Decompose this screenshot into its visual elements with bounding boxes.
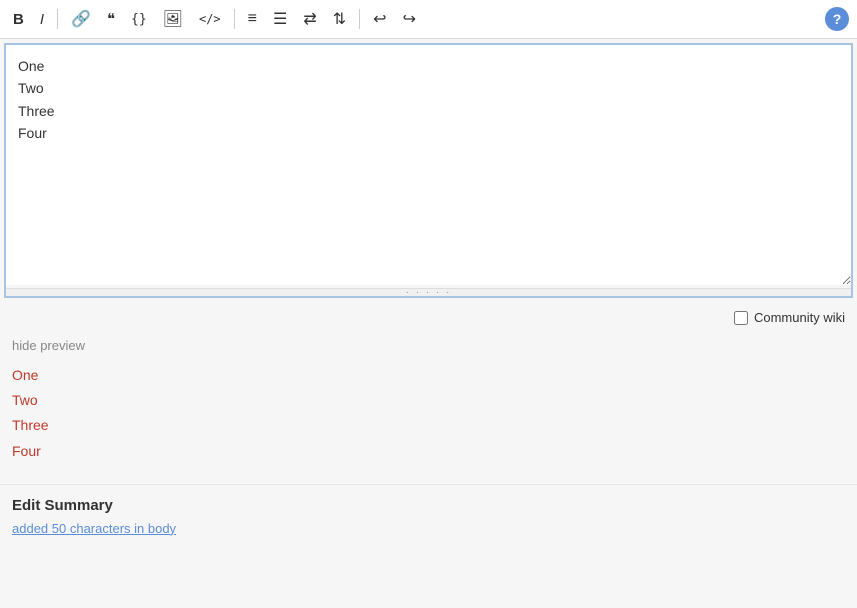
edit-summary-section: Edit Summary added 50 characters in body [0, 484, 857, 544]
outdent-button[interactable]: ⇅ [328, 6, 351, 32]
resize-dots: · · · · · [406, 287, 452, 298]
preview-content: One Two Three Four [12, 363, 845, 464]
html-icon: </> [199, 12, 221, 26]
editor-wrapper: B I 🔗 ❝ {} 🖼 </> ≡ ☰ ⇄ ⇅ [0, 0, 857, 544]
outdent-icon: ⇅ [333, 9, 346, 29]
ol-icon: ≡ [248, 10, 257, 28]
help-icon: ? [833, 11, 842, 27]
separator-3 [359, 9, 360, 29]
separator-1 [57, 9, 58, 29]
italic-icon: I [40, 11, 44, 28]
preview-line-3: Three [12, 413, 845, 438]
code-icon: {} [131, 12, 147, 27]
image-icon: 🖼 [163, 9, 183, 29]
indent-icon: ⇄ [303, 9, 316, 29]
code-button[interactable]: {} [126, 9, 152, 30]
community-wiki-checkbox[interactable] [734, 311, 748, 325]
undo-icon: ↩ [373, 9, 386, 29]
link-icon: 🔗 [71, 9, 91, 29]
edit-summary-hint[interactable]: added 50 characters in body [12, 521, 176, 536]
editor-textarea[interactable]: One Two Three Four [6, 45, 851, 285]
italic-button[interactable]: I [35, 8, 49, 31]
preview-line-1: One [12, 363, 845, 388]
image-button[interactable]: 🖼 [158, 6, 188, 32]
link-button[interactable]: 🔗 [66, 6, 96, 32]
toolbar: B I 🔗 ❝ {} 🖼 </> ≡ ☰ ⇄ ⇅ [0, 0, 857, 39]
preview-line-2: Two [12, 388, 845, 413]
quote-icon: ❝ [107, 10, 115, 28]
redo-button[interactable]: ↪ [398, 6, 421, 32]
html-button[interactable]: </> [194, 9, 226, 29]
community-wiki-row: Community wiki [0, 302, 857, 333]
ul-icon: ☰ [273, 9, 287, 29]
bold-icon: B [13, 11, 24, 28]
edit-summary-title: Edit Summary [12, 497, 845, 514]
hide-preview-link[interactable]: hide preview [12, 338, 85, 353]
resize-handle[interactable]: · · · · · [6, 288, 851, 296]
help-button[interactable]: ? [825, 7, 849, 31]
ul-button[interactable]: ☰ [268, 6, 292, 32]
undo-button[interactable]: ↩ [368, 6, 391, 32]
indent-button[interactable]: ⇄ [298, 6, 321, 32]
redo-icon: ↪ [403, 9, 416, 29]
text-area-container: One Two Three Four · · · · · [4, 43, 853, 298]
bold-button[interactable]: B [8, 8, 29, 31]
quote-button[interactable]: ❝ [102, 7, 120, 31]
ol-button[interactable]: ≡ [243, 7, 262, 31]
community-wiki-label: Community wiki [754, 310, 845, 325]
preview-section: hide preview One Two Three Four [0, 333, 857, 476]
separator-2 [234, 9, 235, 29]
preview-line-4: Four [12, 439, 845, 464]
